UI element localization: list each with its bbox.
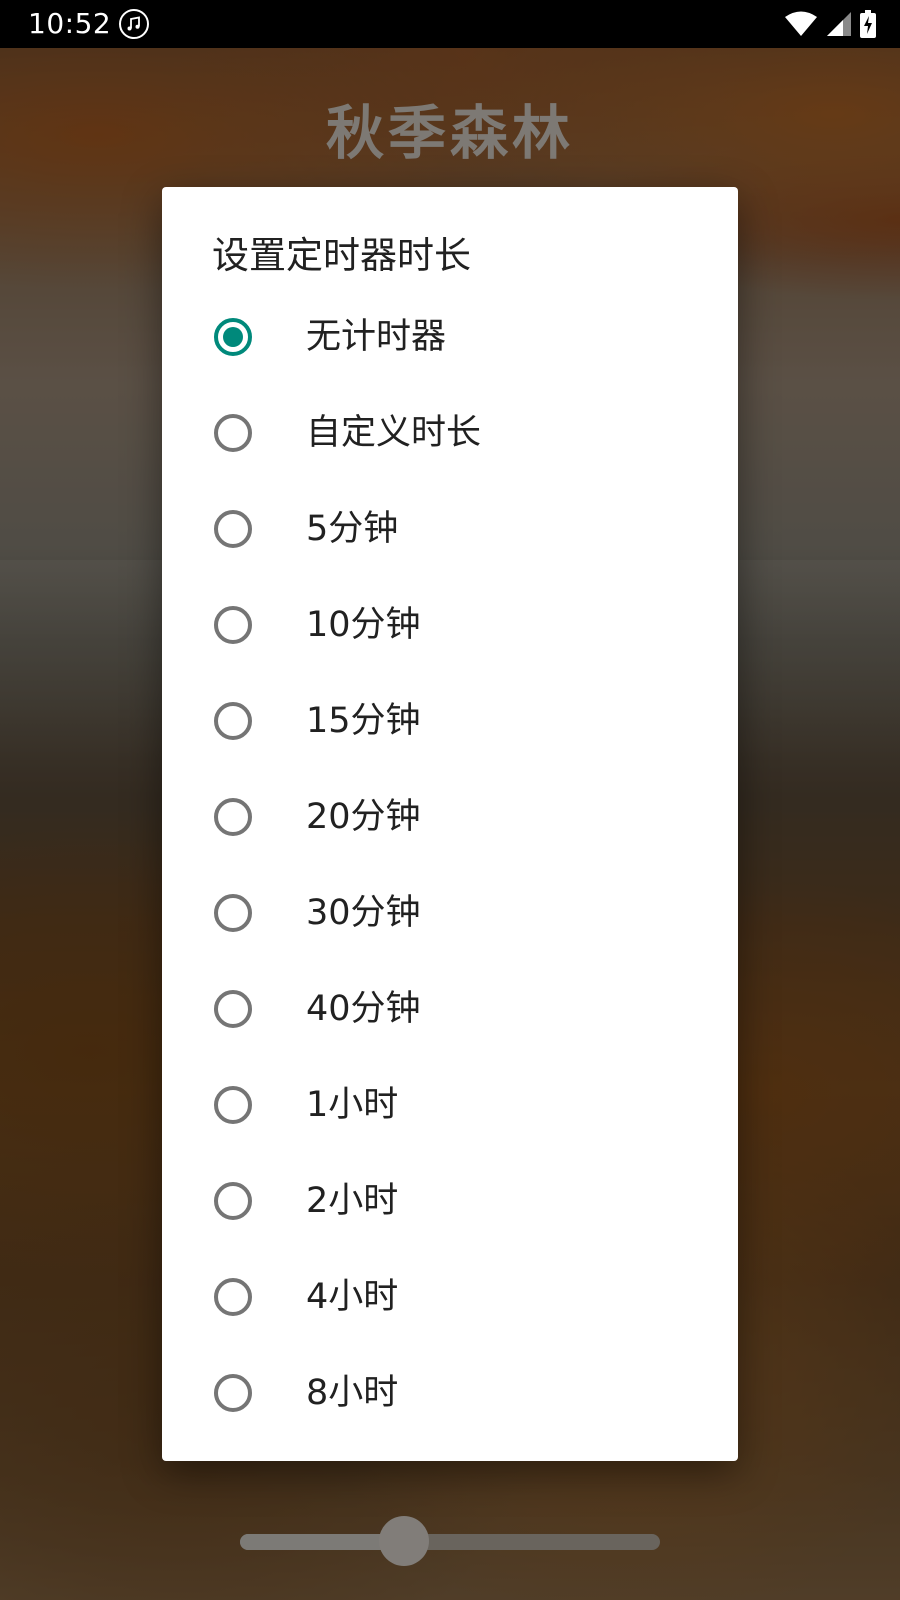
radio-unchecked-icon[interactable] xyxy=(214,510,252,548)
timer-option-row[interactable]: 20分钟 xyxy=(162,769,738,865)
timer-option-row[interactable]: 15分钟 xyxy=(162,673,738,769)
timer-option-row[interactable]: 4小时 xyxy=(162,1249,738,1345)
timer-option-row[interactable]: 自定义时长 xyxy=(162,385,738,481)
radio-unchecked-icon[interactable] xyxy=(214,894,252,932)
status-bar: 10:52 xyxy=(0,0,900,48)
timer-option-label: 无计时器 xyxy=(306,317,447,357)
timer-option-row[interactable]: 10分钟 xyxy=(162,577,738,673)
timer-option-label: 30分钟 xyxy=(306,893,421,933)
radio-unchecked-icon[interactable] xyxy=(214,1374,252,1412)
timer-option-label: 10分钟 xyxy=(306,605,421,645)
timer-option-label: 4小时 xyxy=(306,1277,399,1317)
radio-unchecked-icon[interactable] xyxy=(214,1086,252,1124)
timer-option-label: 8小时 xyxy=(306,1373,399,1413)
status-icons xyxy=(784,10,876,38)
timer-option-label: 5分钟 xyxy=(306,509,399,549)
radio-unchecked-icon[interactable] xyxy=(214,606,252,644)
timer-option-label: 2小时 xyxy=(306,1181,399,1221)
timer-option-row[interactable]: 40分钟 xyxy=(162,961,738,1057)
radio-unchecked-icon[interactable] xyxy=(214,1182,252,1220)
radio-unchecked-icon[interactable] xyxy=(214,990,252,1028)
status-time: 10:52 xyxy=(28,7,112,40)
wifi-icon xyxy=(785,11,817,36)
timer-option-row[interactable]: 30分钟 xyxy=(162,865,738,961)
timer-option-label: 20分钟 xyxy=(306,797,421,837)
dialog-title: 设置定时器时长 xyxy=(212,234,471,277)
cell-signal-icon xyxy=(827,12,851,36)
timer-option-row[interactable]: 无计时器 xyxy=(162,289,738,385)
radio-unchecked-icon[interactable] xyxy=(214,1278,252,1316)
timer-option-row[interactable]: 2小时 xyxy=(162,1153,738,1249)
radio-unchecked-icon[interactable] xyxy=(214,702,252,740)
timer-option-row[interactable]: 5分钟 xyxy=(162,481,738,577)
music-note-icon xyxy=(119,9,149,39)
timer-option-label: 40分钟 xyxy=(306,989,421,1029)
timer-option-label: 自定义时长 xyxy=(306,413,482,453)
timer-option-label: 15分钟 xyxy=(306,701,421,741)
timer-option-list: 无计时器自定义时长 5分钟 10分钟 15分钟 20分钟 30分钟 40分钟 1小时 2小时 4小… xyxy=(162,289,738,1441)
timer-option-row[interactable]: 1小时 xyxy=(162,1057,738,1153)
timer-duration-dialog: 设置定时器时长 无计时器自定义时长 5分钟 10分钟 15分钟 20分钟 30分钟 40分钟… xyxy=(162,187,738,1461)
timer-option-row[interactable]: 8小时 xyxy=(162,1345,738,1441)
radio-dot xyxy=(223,327,243,347)
radio-unchecked-icon[interactable] xyxy=(214,414,252,452)
radio-unchecked-icon[interactable] xyxy=(214,798,252,836)
timer-option-label: 1小时 xyxy=(306,1085,399,1125)
battery-charging-icon xyxy=(860,10,876,38)
radio-checked-icon[interactable] xyxy=(214,318,252,356)
